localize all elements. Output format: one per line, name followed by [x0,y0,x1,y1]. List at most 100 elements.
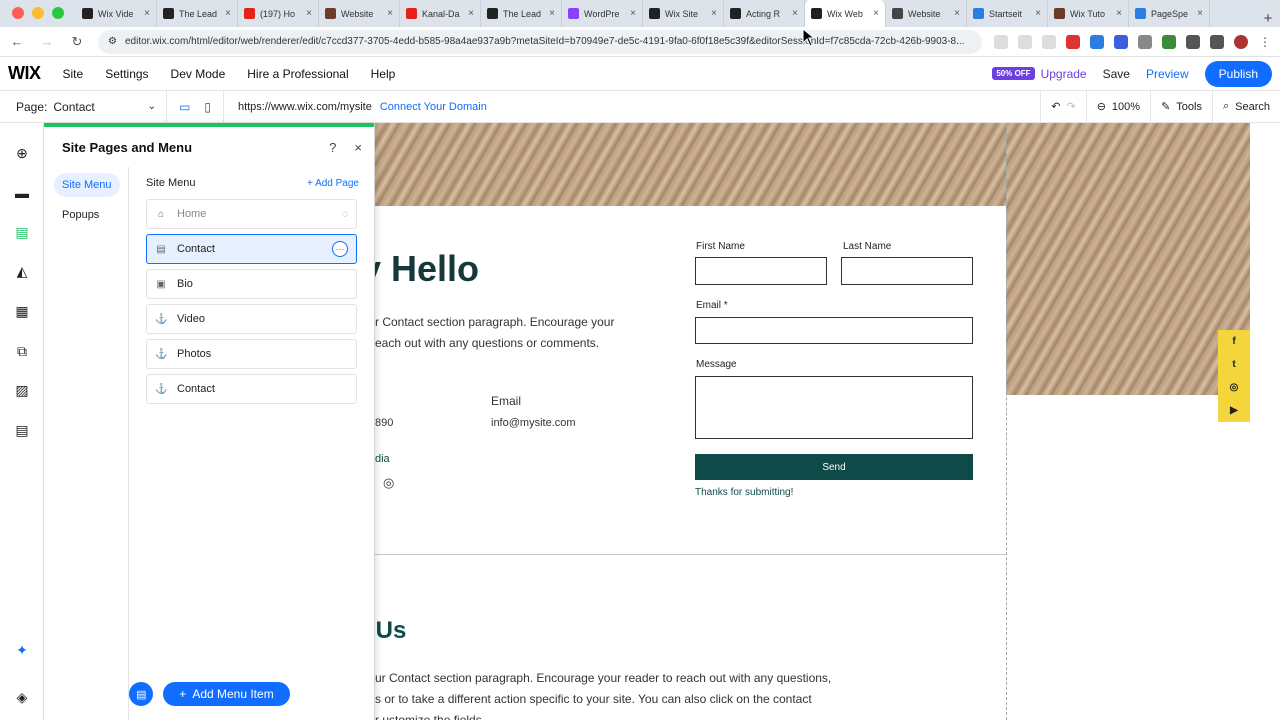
browser-tab[interactable]: Startseit × [967,0,1048,27]
instagram-icon[interactable]: ◎ [383,472,394,493]
browser-tab[interactable]: Wix Site × [643,0,724,27]
site-info-icon[interactable]: ⚙ [108,36,117,47]
phone-value[interactable]: 890 [375,413,393,434]
add-elements-icon[interactable]: ⊕ [12,143,32,163]
tab-close-icon[interactable]: × [711,8,717,19]
browser-tab[interactable]: Wix Web × [805,0,886,27]
page-list-item[interactable]: ▤ Contact ··· [146,234,357,264]
sand-side-image[interactable] [1006,123,1250,395]
browser-tab[interactable]: PageSpe × [1129,0,1210,27]
browser-tab[interactable]: Wix Tuto × [1048,0,1129,27]
manage-menu-icon[interactable]: ▤ [129,682,154,706]
tab-close-icon[interactable]: × [792,8,798,19]
contact-paragraph-line-2[interactable]: s or to take a different action specific… [375,689,812,710]
tab-close-icon[interactable]: × [144,8,150,19]
site-design-icon[interactable]: ◭ [12,261,32,281]
wix-menu-item[interactable]: Hire a Professional [247,67,348,81]
tab-close-icon[interactable]: × [954,8,960,19]
email-field[interactable] [695,317,973,344]
profile-avatar[interactable] [1234,34,1248,49]
instagram-social-icon[interactable]: ◎ [1218,376,1250,399]
reload-icon[interactable]: ↻ [68,34,86,50]
add-apps-icon[interactable]: ▦ [12,301,32,321]
wix-menu-item[interactable]: Site [63,67,84,81]
browser-tab[interactable]: Website × [886,0,967,27]
close-window-button[interactable] [12,7,24,19]
twitter-icon[interactable]: t [1218,353,1250,376]
pages-menu-icon[interactable]: ▤ [12,222,32,242]
browser-tab[interactable]: WordPre × [562,0,643,27]
page-list-item[interactable]: ▣ Bio [146,269,357,299]
tab-close-icon[interactable]: × [630,8,636,19]
page-selector[interactable]: Page: Contact ⌄ [0,100,166,114]
maximize-window-button[interactable] [52,7,64,19]
desktop-view-icon[interactable]: ▭ [179,100,190,114]
media-icon[interactable]: ▨ [12,380,32,400]
wix-menu-item[interactable]: Help [371,67,396,81]
nav-popups[interactable]: Popups [54,203,107,227]
nav-site-menu[interactable]: Site Menu [54,173,120,197]
last-name-field[interactable] [841,257,973,285]
zoom-icon[interactable] [994,34,1008,49]
wix-menu-item[interactable]: Dev Mode [171,67,226,81]
browser-tab[interactable]: The Lead × [481,0,562,27]
extension-green-icon[interactable] [1162,34,1176,49]
message-field[interactable] [695,376,973,439]
more-actions-icon[interactable]: ··· [332,241,348,257]
contact-paragraph-line-1[interactable]: ur Contact section paragraph. Encourage … [375,668,831,689]
page-list-item[interactable]: ⌂ Home ◌ [146,199,357,229]
email-value[interactable]: info@mysite.com [491,413,576,434]
browser-menu-icon[interactable]: ⋮ [1258,34,1272,49]
back-icon[interactable]: ← [8,34,26,49]
tab-close-icon[interactable]: × [387,8,393,19]
undo-icon[interactable]: ↶ [1051,100,1060,113]
tab-close-icon[interactable]: × [1197,8,1203,19]
contact-paragraph-line-3[interactable]: r ustomize the fields. [375,710,485,720]
connect-domain-link[interactable]: Connect Your Domain [380,101,487,113]
wix-menu-item[interactable]: Settings [105,67,148,81]
help-icon[interactable]: ? [329,140,336,155]
upgrade-button[interactable]: 50% OFF Upgrade [992,67,1087,81]
tab-close-icon[interactable]: × [225,8,231,19]
intro-paragraph-line-1[interactable]: r Contact section paragraph. Encourage y… [375,312,614,333]
screenshot-icon[interactable] [1042,34,1056,49]
browser-tab[interactable]: Kanal-Da × [400,0,481,27]
redo-icon[interactable]: ↷ [1066,100,1075,113]
new-tab-button[interactable]: + [1256,10,1280,27]
cms-icon[interactable]: ▤ [12,420,32,440]
zoom-control[interactable]: ⊖ 100% [1085,90,1150,123]
hello-heading[interactable]: y Hello [361,248,479,290]
forward-icon[interactable]: → [38,34,56,49]
extension-blue-icon[interactable] [1090,34,1104,49]
extension-grey-icon[interactable] [1138,34,1152,49]
extension-red-icon[interactable] [1066,34,1080,49]
reading-list-icon[interactable] [1210,34,1224,49]
close-icon[interactable]: × [354,140,362,155]
wix-logo[interactable]: WIX [0,63,63,84]
intro-paragraph-line-2[interactable]: each out with any questions or comments. [375,333,599,354]
tab-close-icon[interactable]: × [549,8,555,19]
mobile-view-icon[interactable]: ▯ [204,100,211,114]
extension-translate-icon[interactable] [1114,34,1128,49]
browser-tab[interactable]: Website × [319,0,400,27]
minimize-window-button[interactable] [32,7,44,19]
business-tools-icon[interactable]: ⧉ [12,341,32,361]
first-name-field[interactable] [695,257,827,285]
layers-icon[interactable]: ◈ [12,687,32,707]
browser-tab[interactable]: Wix Vide × [76,0,157,27]
tab-close-icon[interactable]: × [1116,8,1122,19]
browser-tab[interactable]: Acting R × [724,0,805,27]
url-field[interactable]: ⚙ editor.wix.com/html/editor/web/rendere… [98,29,982,54]
page-list-item[interactable]: ⚓ Video [146,304,357,334]
email-heading[interactable]: Email [491,391,521,412]
save-button[interactable]: Save [1103,67,1130,81]
extensions-puzzle-icon[interactable] [1186,34,1200,49]
publish-button[interactable]: Publish [1204,60,1272,87]
page-list-item[interactable]: ⚓ Contact [146,374,357,404]
hidden-eye-icon[interactable]: ◌ [342,209,348,220]
add-page-button[interactable]: + Add Page [307,178,359,189]
bookmark-star-icon[interactable] [1018,34,1032,49]
add-section-icon[interactable]: ▬ [12,183,32,203]
tools-button[interactable]: ✎ Tools [1150,90,1212,123]
search-button[interactable]: ⌕ Search [1211,90,1280,123]
